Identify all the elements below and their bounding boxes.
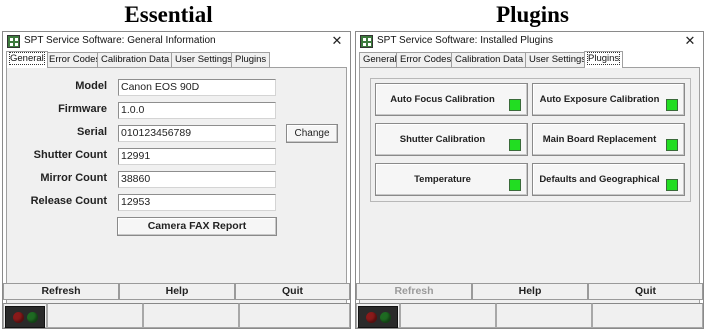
traffic-light-icon	[5, 306, 45, 328]
app-grid-icon	[360, 35, 373, 48]
green-light-icon	[380, 312, 391, 323]
general-information-window: SPT Service Software: General Informatio…	[2, 31, 351, 329]
plugin-label: Defaults and Geographical	[539, 174, 660, 185]
release-count-field: 12953	[118, 194, 276, 211]
shutter-count-label: Shutter Count	[33, 149, 107, 161]
status-led-icon	[509, 139, 521, 151]
general-panel: Model Canon EOS 90D Firmware 1.0.0 Seria…	[6, 67, 347, 313]
window-title: SPT Service Software: Installed Plugins	[377, 35, 554, 46]
help-button[interactable]: Help	[119, 283, 235, 300]
status-led-icon	[666, 99, 678, 111]
change-button[interactable]: Change	[286, 124, 338, 143]
plugin-label: Main Board Replacement	[542, 134, 657, 145]
tab-user-settings[interactable]: User Settings	[171, 52, 237, 67]
tab-label: General	[9, 52, 45, 65]
traffic-light-icon	[358, 306, 398, 328]
tab-user-settings[interactable]: User Settings	[525, 52, 591, 67]
mirror-count-field: 38860	[118, 171, 276, 188]
essential-caption: Essential	[124, 2, 213, 27]
status-led-icon	[666, 139, 678, 151]
status-cell	[239, 303, 350, 328]
status-cell	[143, 303, 239, 328]
plugins-caption: Plugins	[496, 2, 569, 27]
plugin-label: Auto Exposure Calibration	[539, 94, 660, 105]
tab-calibration-data[interactable]: Calibration Data	[451, 52, 528, 67]
status-cell	[47, 303, 143, 328]
plugin-auto-focus-calibration[interactable]: Auto Focus Calibration	[375, 83, 528, 116]
model-label: Model	[75, 80, 107, 92]
status-cell	[496, 303, 592, 328]
tab-label: Plugins	[586, 52, 621, 65]
plugin-label: Shutter Calibration	[399, 134, 486, 145]
tab-error-codes[interactable]: Error Codes	[396, 52, 456, 67]
tab-plugins[interactable]: Plugins	[231, 52, 271, 67]
model-field: Canon EOS 90D	[118, 79, 276, 96]
firmware-field: 1.0.0	[118, 102, 276, 119]
plugin-shutter-calibration[interactable]: Shutter Calibration	[375, 123, 528, 156]
tab-error-codes[interactable]: Error Codes	[45, 52, 105, 67]
plugin-label: Auto Focus Calibration	[390, 94, 495, 105]
serial-label: Serial	[77, 126, 107, 138]
refresh-button[interactable]: Refresh	[3, 283, 119, 300]
app-grid-icon	[7, 35, 20, 48]
status-led-icon	[666, 179, 678, 191]
green-light-icon	[27, 312, 38, 323]
help-button[interactable]: Help	[472, 283, 588, 300]
status-bar	[356, 303, 703, 328]
tab-general[interactable]: General	[6, 51, 48, 68]
release-count-label: Release Count	[30, 195, 107, 207]
red-light-icon	[13, 312, 24, 323]
close-icon[interactable]: ✕	[330, 33, 344, 49]
plugin-list: Auto Focus Calibration Auto Exposure Cal…	[370, 78, 691, 202]
plugin-temperature[interactable]: Temperature	[375, 163, 528, 196]
refresh-button[interactable]: Refresh	[356, 283, 472, 300]
plugins-panel: Auto Focus Calibration Auto Exposure Cal…	[359, 67, 700, 313]
status-cell	[592, 303, 703, 328]
window-title: SPT Service Software: General Informatio…	[24, 35, 216, 46]
status-led-icon	[509, 99, 521, 111]
bottom-button-bar: Refresh Help Quit	[3, 283, 350, 300]
tab-calibration-data[interactable]: Calibration Data	[97, 52, 174, 67]
plugin-main-board-replacement[interactable]: Main Board Replacement	[532, 123, 685, 156]
red-light-icon	[366, 312, 377, 323]
title-bar: SPT Service Software: General Informatio…	[3, 32, 350, 51]
status-bar	[3, 303, 350, 328]
serial-field: 010123456789	[118, 125, 276, 142]
plugin-label: Temperature	[414, 174, 471, 185]
status-cell-indicator	[3, 303, 47, 328]
plugin-defaults-and-geographical[interactable]: Defaults and Geographical	[532, 163, 685, 196]
tab-general[interactable]: General	[359, 52, 401, 67]
status-cell	[400, 303, 496, 328]
installed-plugins-window: SPT Service Software: Installed Plugins …	[355, 31, 704, 329]
camera-fax-report-button[interactable]: Camera FAX Report	[117, 217, 277, 236]
status-cell-indicator	[356, 303, 400, 328]
bottom-button-bar: Refresh Help Quit	[356, 283, 703, 300]
title-bar: SPT Service Software: Installed Plugins …	[356, 32, 703, 51]
shutter-count-field: 12991	[118, 148, 276, 165]
status-led-icon	[509, 179, 521, 191]
plugin-auto-exposure-calibration[interactable]: Auto Exposure Calibration	[532, 83, 685, 116]
quit-button[interactable]: Quit	[235, 283, 350, 300]
tab-plugins[interactable]: Plugins	[584, 51, 624, 68]
quit-button[interactable]: Quit	[588, 283, 703, 300]
close-icon[interactable]: ✕	[683, 33, 697, 49]
firmware-label: Firmware	[58, 103, 107, 115]
mirror-count-label: Mirror Count	[40, 172, 107, 184]
